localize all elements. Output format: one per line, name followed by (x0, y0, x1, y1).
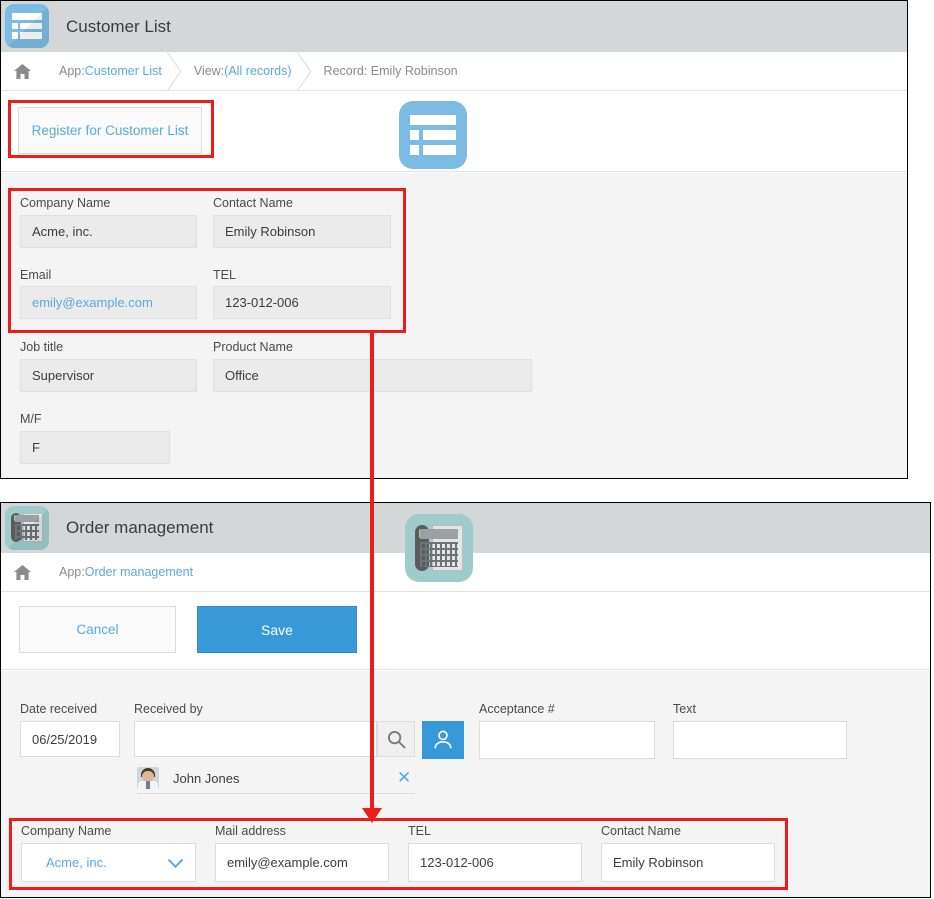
label-order-tel: TEL (408, 824, 431, 838)
chevron-down-icon (167, 851, 184, 868)
label-job-title: Job title (20, 340, 64, 354)
value-tel: 123-012-006 (213, 286, 391, 319)
selected-user-row: John Jones (137, 765, 377, 791)
value-contact-name: Emily Robinson (213, 215, 391, 248)
order-action-bar: Cancel Save (1, 592, 930, 670)
label-contact-name: Contact Name (213, 196, 293, 210)
label-text: Text (673, 702, 696, 716)
label-received-by: Received by (134, 702, 203, 716)
order-form-area: Date received 06/25/2019 Received by Joh… (1, 671, 930, 897)
customer-action-bar: Register for Customer List (1, 91, 907, 172)
label-email: Email (20, 268, 52, 282)
breadcrumb-app[interactable]: App: Customer List (43, 52, 178, 91)
list-app-icon-small (1, 1, 49, 52)
breadcrumb-app-prefix: App: (59, 64, 85, 78)
annotation-arrow-line (370, 331, 374, 812)
breadcrumb-app-prefix: App: (59, 565, 85, 579)
list-app-icon-large (399, 101, 467, 169)
breadcrumb-app[interactable]: App: Order management (43, 553, 209, 592)
close-icon[interactable]: ✕ (397, 769, 411, 786)
save-button[interactable]: Save (197, 606, 357, 653)
select-order-company-name[interactable]: Acme, inc. (21, 843, 196, 882)
input-order-contact-name[interactable]: Emily Robinson (601, 843, 775, 882)
input-received-by[interactable] (134, 721, 377, 757)
user-avatar (137, 767, 159, 789)
home-icon[interactable] (1, 63, 43, 79)
label-order-mail-address: Mail address (215, 824, 286, 838)
input-acceptance-no[interactable] (479, 721, 655, 759)
register-for-customer-list-button[interactable]: Register for Customer List (18, 107, 202, 154)
breadcrumb-app-link[interactable]: Order management (85, 565, 193, 579)
breadcrumb-record-label: Record: Emily Robinson (323, 64, 458, 78)
screenshot-root: Customer List App: Customer List View: (… (0, 0, 934, 899)
annotation-arrow-head (362, 808, 382, 823)
home-icon[interactable] (1, 564, 43, 580)
value-company-name: Acme, inc. (20, 215, 197, 248)
customer-form-area: Company Name Acme, inc. Contact Name Emi… (1, 173, 907, 478)
label-tel: TEL (213, 268, 236, 282)
label-order-contact-name: Contact Name (601, 824, 681, 838)
label-mf: M/F (20, 412, 42, 426)
label-product-name: Product Name (213, 340, 293, 354)
order-app-header: Order management (1, 503, 930, 582)
customer-app-title: Customer List (66, 16, 171, 36)
breadcrumb-app-link[interactable]: Customer List (85, 64, 162, 78)
value-email[interactable]: emily@example.com (20, 286, 197, 319)
label-order-company-name: Company Name (21, 824, 112, 838)
user-picker-icon[interactable] (422, 721, 464, 759)
selected-user-name: John Jones (173, 770, 240, 786)
customer-app-header: Customer List (1, 1, 907, 52)
label-date-received: Date received (20, 702, 98, 716)
cancel-button[interactable]: Cancel (19, 606, 176, 653)
phone-app-icon-small (1, 503, 49, 554)
customer-breadcrumb: App: Customer List View: (All records) R… (1, 52, 907, 91)
breadcrumb-record: Record: Emily Robinson (308, 52, 474, 91)
order-management-panel: Order management App: Order management C… (0, 502, 931, 898)
search-icon[interactable] (377, 721, 415, 757)
input-date-received[interactable]: 06/25/2019 (20, 721, 120, 757)
input-text[interactable] (673, 721, 847, 759)
input-order-tel[interactable]: 123-012-006 (408, 843, 582, 882)
phone-app-icon-large (405, 514, 473, 582)
breadcrumb-view-link[interactable]: (All records) (224, 64, 291, 78)
order-app-title: Order management (66, 518, 214, 537)
select-order-company-name-value: Acme, inc. (46, 855, 107, 870)
label-company-name: Company Name (20, 196, 111, 210)
customer-list-panel: Customer List App: Customer List View: (… (0, 0, 908, 479)
value-mf: F (20, 431, 170, 464)
breadcrumb-view-prefix: View: (193, 64, 225, 78)
value-job-title: Supervisor (20, 359, 197, 392)
input-order-mail-address[interactable]: emily@example.com (215, 843, 389, 882)
breadcrumb-view[interactable]: View: (All records) (178, 52, 308, 91)
label-acceptance-no: Acceptance # (479, 702, 555, 716)
